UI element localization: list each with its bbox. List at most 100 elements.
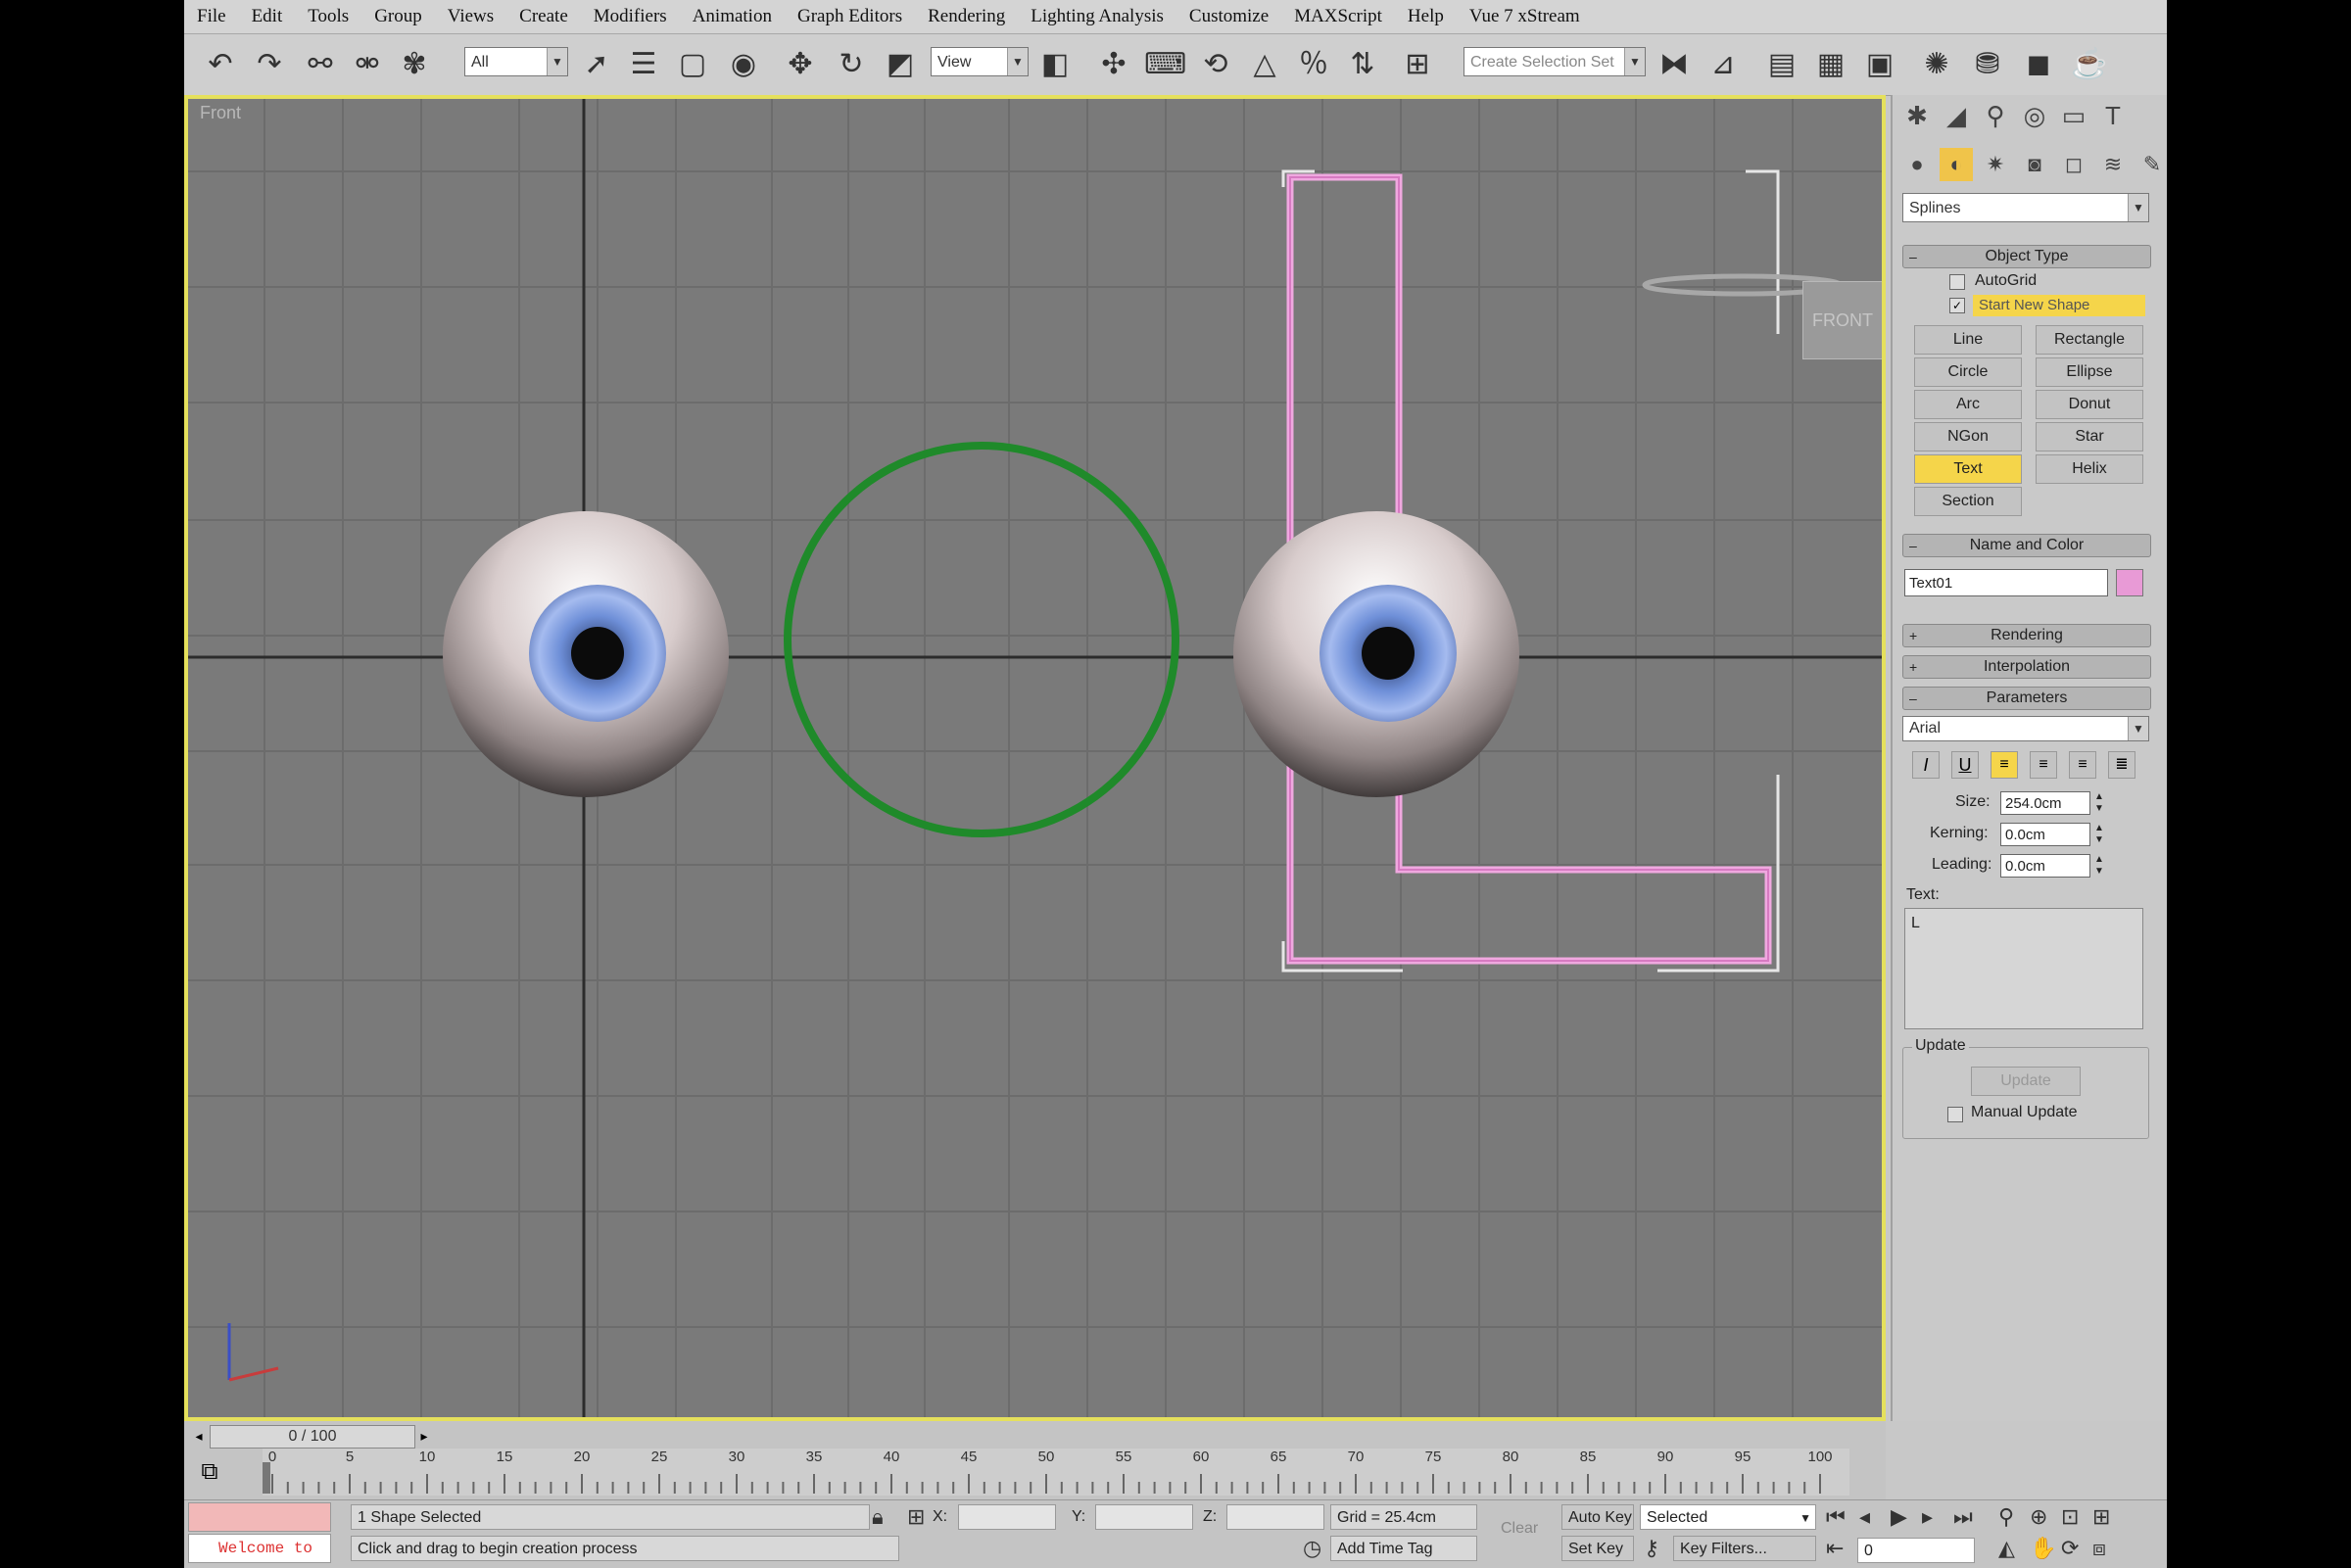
- render-setup-icon[interactable]: ⛃: [1969, 46, 2006, 83]
- rectangle-button[interactable]: Rectangle: [2036, 325, 2143, 355]
- select-by-name-icon[interactable]: ☰: [625, 46, 662, 83]
- create-tab-icon[interactable]: ✱: [1900, 99, 1934, 132]
- cameras-icon[interactable]: ◙: [2018, 148, 2051, 181]
- leading-spinner-arrows-icon[interactable]: ▲ ▼: [2094, 854, 2104, 878]
- key-filters-button[interactable]: Key Filters...: [1673, 1536, 1816, 1561]
- render-production-icon[interactable]: ☕: [2071, 46, 2108, 83]
- zoom-icon[interactable]: ⚲: [1998, 1504, 2014, 1530]
- menu-lighting-analysis[interactable]: Lighting Analysis: [1018, 6, 1176, 27]
- schematic-view-icon[interactable]: ▣: [1861, 46, 1898, 83]
- kerning-spinner[interactable]: 0.0cm: [2000, 823, 2090, 846]
- unlink-selection-icon[interactable]: ⚮: [349, 46, 386, 83]
- donut-button[interactable]: Donut: [2036, 390, 2143, 419]
- circle-spline[interactable]: [784, 442, 1179, 837]
- menu-graph-editors[interactable]: Graph Editors: [785, 6, 915, 27]
- menu-file[interactable]: File: [184, 6, 239, 27]
- section-button[interactable]: Section: [1914, 487, 2022, 516]
- align-icon[interactable]: ⊿: [1704, 46, 1742, 83]
- spinner-snap-icon[interactable]: ⇅: [1344, 46, 1381, 83]
- absolute-mode-icon[interactable]: ⊞: [907, 1504, 925, 1530]
- object-color-swatch[interactable]: [2116, 569, 2143, 596]
- next-frame-icon[interactable]: ▸: [1922, 1504, 1933, 1530]
- align-left-icon[interactable]: ≡: [1991, 751, 2018, 779]
- geometry-icon[interactable]: ●: [1900, 148, 1934, 181]
- mini-curve-editor-icon[interactable]: ⧉: [192, 1458, 227, 1492]
- select-and-link-icon[interactable]: ⚯: [302, 46, 339, 83]
- bind-to-space-warp-icon[interactable]: ✾: [396, 46, 433, 83]
- update-button[interactable]: Update: [1971, 1067, 2081, 1096]
- slider-right-arrow-icon[interactable]: ▸: [415, 1425, 433, 1447]
- ellipse-button[interactable]: Ellipse: [2036, 357, 2143, 387]
- zoom-extents-icon[interactable]: ⊡: [2061, 1504, 2079, 1530]
- percent-snap-icon[interactable]: ％: [1295, 46, 1332, 83]
- maxscript-listener-top[interactable]: [188, 1502, 331, 1532]
- helix-button[interactable]: Helix: [2036, 454, 2143, 484]
- menu-maxscript[interactable]: MAXScript: [1281, 6, 1395, 27]
- y-coordinate-field[interactable]: [1095, 1504, 1193, 1530]
- menu-customize[interactable]: Customize: [1176, 6, 1281, 27]
- autogrid-checkbox[interactable]: [1949, 274, 1965, 290]
- set-key-icon[interactable]: ⚷: [1644, 1536, 1659, 1561]
- select-and-rotate-icon[interactable]: ↻: [833, 46, 870, 83]
- menu-edit[interactable]: Edit: [239, 6, 296, 27]
- named-selection-sets-dropdown[interactable]: Create Selection Set ▼: [1463, 47, 1646, 76]
- eyeball-right[interactable]: [1233, 511, 1519, 797]
- motion-tab-icon[interactable]: ◎: [2018, 99, 2051, 132]
- lights-icon[interactable]: ✷: [1979, 148, 2012, 181]
- parameters-rollout[interactable]: – Parameters: [1902, 687, 2151, 710]
- x-coordinate-field[interactable]: [958, 1504, 1056, 1530]
- arc-button[interactable]: Arc: [1914, 390, 2022, 419]
- selection-filter-dropdown[interactable]: All ▼: [464, 47, 568, 76]
- name-and-color-rollout[interactable]: – Name and Color: [1902, 534, 2151, 557]
- menu-help[interactable]: Help: [1395, 6, 1457, 27]
- key-mode-dropdown[interactable]: Selected ▼: [1640, 1504, 1816, 1530]
- maxscript-listener-bottom[interactable]: Welcome to: [188, 1534, 331, 1563]
- menu-animation[interactable]: Animation: [680, 6, 785, 27]
- kerning-spinner-arrows-icon[interactable]: ▲ ▼: [2094, 823, 2104, 846]
- start-new-shape-checkbox[interactable]: ✓: [1949, 298, 1965, 313]
- select-and-scale-icon[interactable]: ◩: [882, 46, 919, 83]
- size-spinner[interactable]: 254.0cm: [2000, 791, 2090, 815]
- redo-icon[interactable]: ↷: [251, 46, 288, 83]
- orbit-icon[interactable]: ⟳: [2061, 1536, 2079, 1561]
- go-to-start-icon[interactable]: ⏮: [1826, 1504, 1846, 1530]
- star-button[interactable]: Star: [2036, 422, 2143, 451]
- auto-key-button[interactable]: Auto Key: [1561, 1504, 1634, 1530]
- select-and-move-icon[interactable]: ✥: [782, 46, 819, 83]
- text-button[interactable]: Text: [1914, 454, 2022, 484]
- front-viewport[interactable]: Front FRONT: [184, 95, 1886, 1421]
- material-editor-icon[interactable]: ✺: [1918, 46, 1955, 83]
- start-new-shape-label[interactable]: Start New Shape: [1973, 295, 2145, 316]
- rendering-rollout[interactable]: + Rendering: [1902, 624, 2151, 647]
- menu-group[interactable]: Group: [361, 6, 435, 27]
- shapes-icon[interactable]: ◐: [1940, 148, 1973, 181]
- time-slider[interactable]: 0 / 100: [210, 1425, 415, 1449]
- current-frame-field[interactable]: 0: [1857, 1538, 1975, 1563]
- italic-icon[interactable]: I: [1912, 751, 1940, 779]
- circle-button[interactable]: Circle: [1914, 357, 2022, 387]
- curve-editor-icon[interactable]: ▦: [1812, 46, 1849, 83]
- undo-icon[interactable]: ↶: [202, 46, 239, 83]
- select-object-icon[interactable]: ➚: [578, 46, 615, 83]
- interpolation-rollout[interactable]: + Interpolation: [1902, 655, 2151, 679]
- window-crossing-icon[interactable]: ◉: [725, 46, 762, 83]
- menu-modifiers[interactable]: Modifiers: [581, 6, 680, 27]
- go-to-end-icon[interactable]: ⏭: [1953, 1504, 1973, 1530]
- add-time-tag[interactable]: Add Time Tag: [1330, 1536, 1477, 1561]
- leading-spinner[interactable]: 0.0cm: [2000, 854, 2090, 878]
- menu-create[interactable]: Create: [506, 6, 581, 27]
- menu-rendering[interactable]: Rendering: [915, 6, 1018, 27]
- menu-views[interactable]: Views: [435, 6, 506, 27]
- slider-left-arrow-icon[interactable]: ◂: [190, 1425, 208, 1447]
- previous-frame-icon[interactable]: ◂: [1859, 1504, 1870, 1530]
- key-mode-toggle-icon[interactable]: ⇤: [1826, 1536, 1844, 1561]
- rectangular-selection-icon[interactable]: ▢: [674, 46, 711, 83]
- zoom-extents-all-icon[interactable]: ⊞: [2092, 1504, 2110, 1530]
- field-of-view-icon[interactable]: ◭: [1998, 1536, 2015, 1561]
- time-tag-icon[interactable]: ◷: [1303, 1536, 1321, 1561]
- display-tab-icon[interactable]: ▭: [2057, 99, 2090, 132]
- manual-update-checkbox[interactable]: [1947, 1107, 1963, 1122]
- object-name-field[interactable]: Text01: [1904, 569, 2108, 596]
- menu-tools[interactable]: Tools: [295, 6, 361, 27]
- align-center-icon[interactable]: ≡: [2030, 751, 2057, 779]
